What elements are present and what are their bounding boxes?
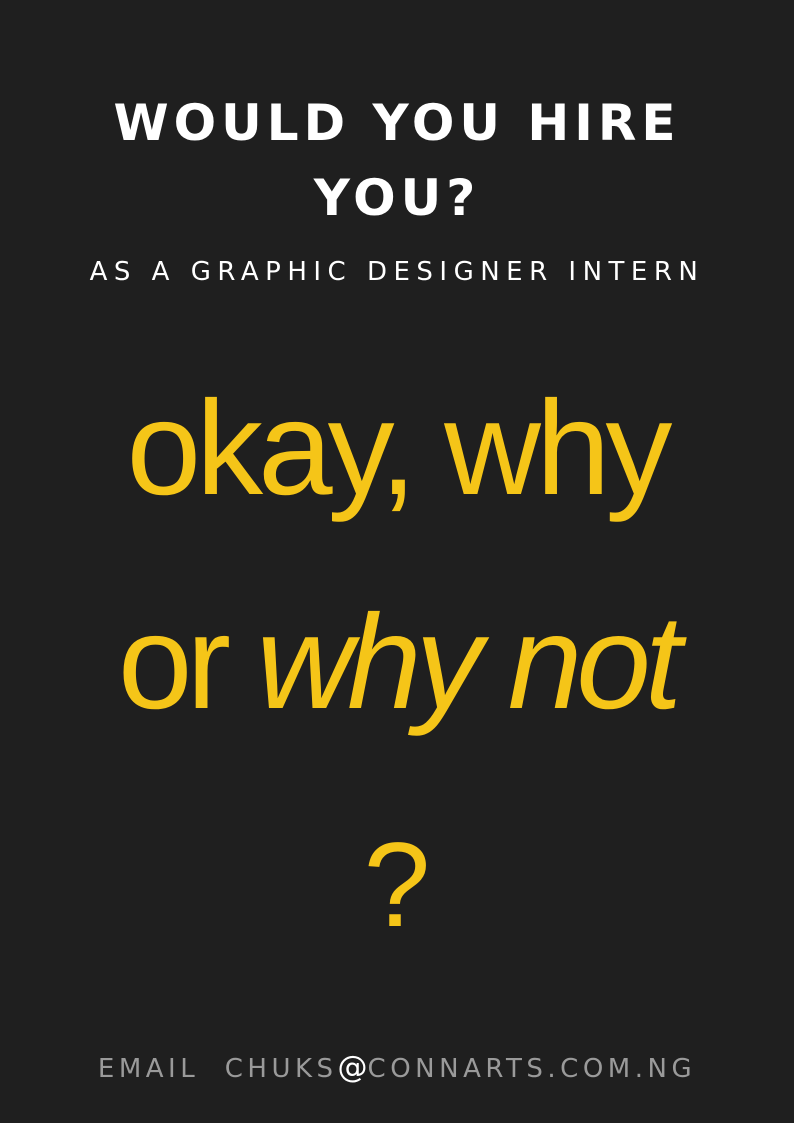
headline-line-1: WOULD YOU HIRE (113, 94, 681, 152)
subtitle: AS A GRAPHIC DESIGNER INTERN (89, 257, 705, 287)
email-label: EMAIL (97, 1054, 200, 1084)
question-why-not: why not (256, 588, 682, 737)
question-or: or (117, 588, 231, 737)
question-line-1: okay, why (126, 374, 673, 523)
at-sign: @ (337, 1050, 368, 1085)
poster: WOULD YOU HIRE YOU? AS A GRAPHIC DESIGNE… (0, 0, 794, 1123)
email-user: CHUKS (224, 1054, 338, 1084)
email-domain: CONNARTS.COM.NG (367, 1054, 697, 1084)
question-mark: ? (363, 818, 431, 952)
question-line-2: or why not (0, 596, 794, 730)
headline-line-2: YOU? (313, 169, 481, 227)
contact-footer: EMAIL CHUKS@CONNARTS.COM.NG (0, 1052, 794, 1085)
